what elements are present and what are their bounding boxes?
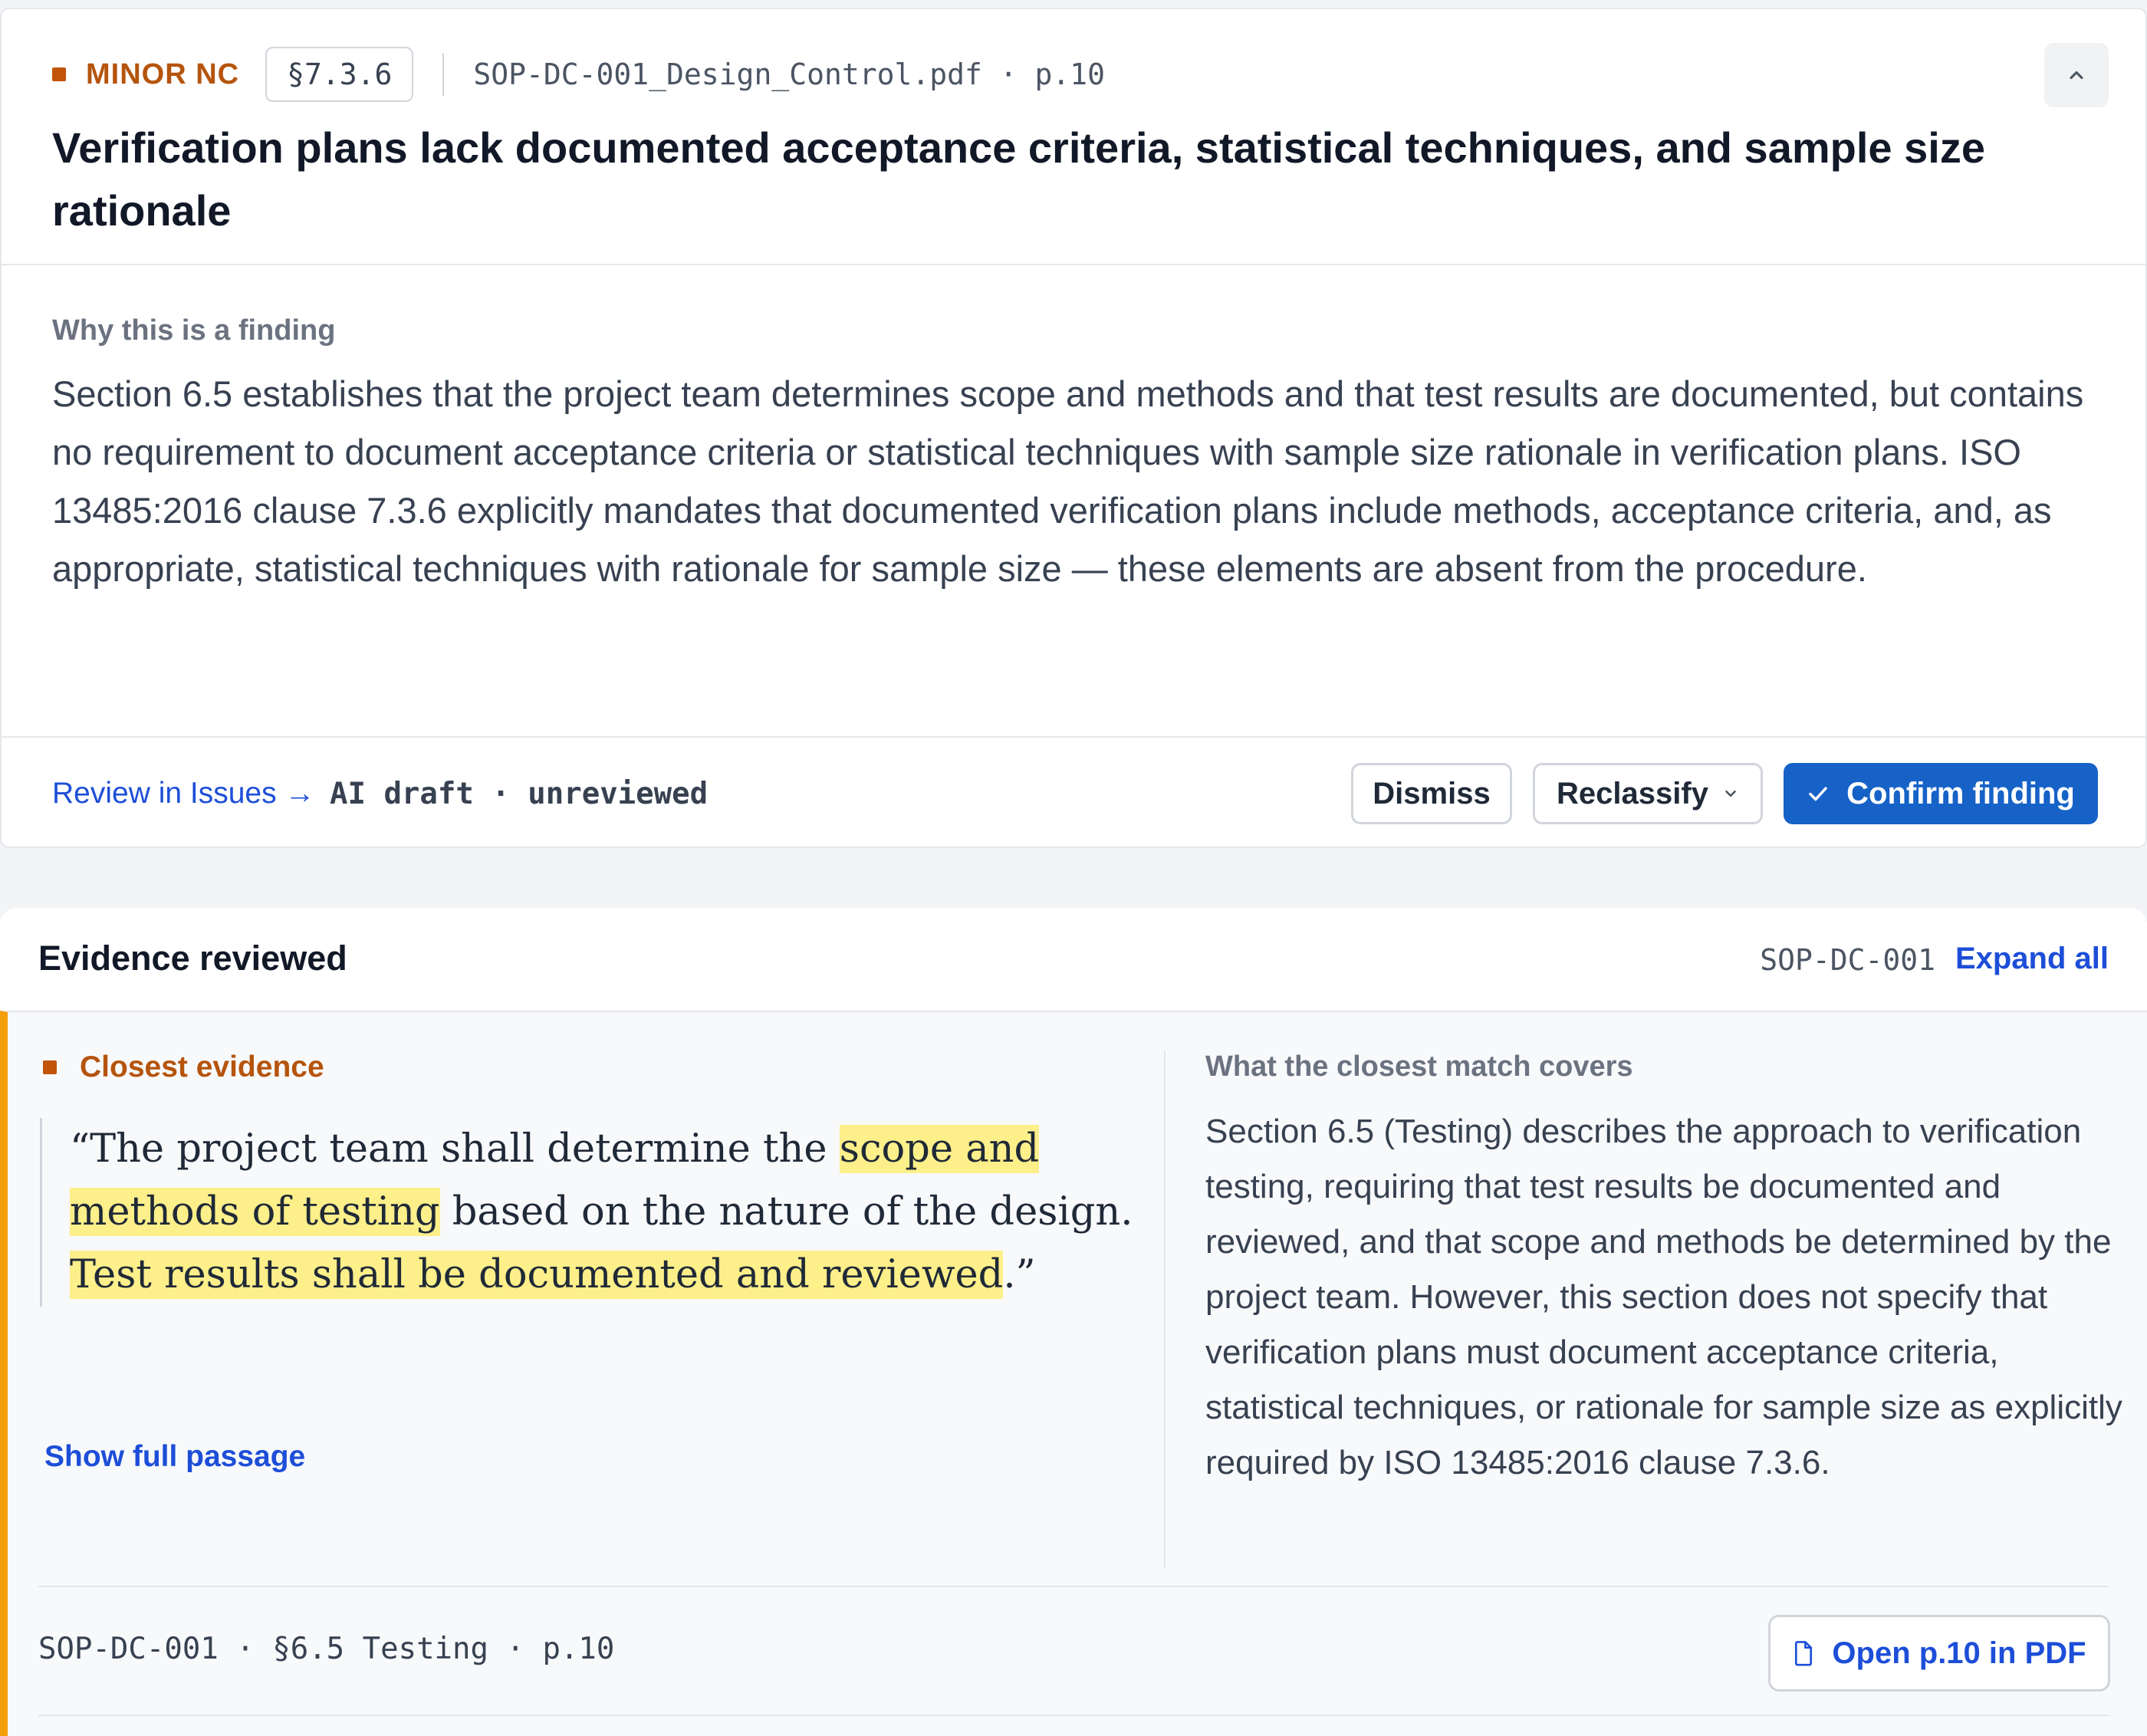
evidence-item: Closest evidence “The project team shall… [0,1011,2147,1736]
evidence-footer-divider [38,1586,2109,1587]
why-label: Why this is a finding [52,314,336,347]
closest-evidence-text: Closest evidence [80,1050,324,1083]
finding-meta-row: MINOR NC §7.3.6 SOP-DC-001_Design_Contro… [52,46,1105,103]
quote-text: “The project team shall determine the [70,1126,840,1172]
collapse-button[interactable] [2044,43,2109,107]
evidence-bottom-divider [38,1715,2109,1716]
evidence-source: SOP-DC-001 · §6.5 Testing · p.10 [38,1632,615,1666]
finding-title: Verification plans lack documented accep… [52,123,1985,235]
action-bar: Review in Issues → AI draft · unreviewed… [2,738,2145,850]
clause-chip: §7.3.6 [265,47,414,102]
open-pdf-button[interactable]: Open p.10 in PDF [1768,1615,2110,1692]
quote-text: based on the nature of the design. [439,1189,1133,1235]
reclassify-button[interactable]: Reclassify [1533,763,1763,824]
title-divider [2,264,2145,265]
chevron-down-icon [1725,790,1736,797]
confirm-finding-button[interactable]: Confirm finding [1784,763,2098,824]
chevron-up-icon [2070,71,2083,80]
open-pdf-label: Open p.10 in PDF [1832,1636,2086,1670]
review-in-issues-link[interactable]: Review in Issues → [52,777,314,810]
severity-label: MINOR NC [86,58,240,90]
expand-all-link[interactable]: Expand all [1955,942,2109,976]
closest-evidence-label: Closest evidence [43,1050,324,1084]
draft-status: AI draft · unreviewed [330,776,709,811]
covers-text: Section 6.5 (Testing) describes the appr… [1205,1113,2122,1481]
show-full-passage-link[interactable]: Show full passage [44,1440,305,1474]
file-icon [1795,1641,1813,1666]
evidence-title: Evidence reviewed [38,939,347,978]
dismiss-label: Dismiss [1373,776,1491,810]
finding-card: MINOR NC §7.3.6 SOP-DC-001_Design_Contro… [0,8,2147,848]
evidence-doc-id: SOP-DC-001 [1760,943,1935,977]
severity-marker-icon [52,67,66,81]
document-reference: SOP-DC-001_Design_Control.pdf · p.10 [473,58,1105,91]
quote-text: .” [1003,1252,1036,1297]
meta-separator [442,53,445,96]
covers-label: What the closest match covers [1205,1050,1633,1083]
quote-highlight: Test results shall be documented and rev… [70,1251,1004,1299]
dismiss-button[interactable]: Dismiss [1351,763,1512,824]
evidence-quote: “The project team shall determine the sc… [40,1118,1144,1307]
confirm-label: Confirm finding [1846,776,2075,810]
evidence-panel: Evidence reviewed SOP-DC-001 Expand all … [0,908,2147,1736]
column-divider [1164,1050,1166,1567]
check-icon [1809,787,1827,801]
reclassify-label: Reclassify [1557,776,1708,810]
evidence-marker-icon [43,1060,57,1074]
why-text: Section 6.5 establishes that the project… [52,373,2084,589]
